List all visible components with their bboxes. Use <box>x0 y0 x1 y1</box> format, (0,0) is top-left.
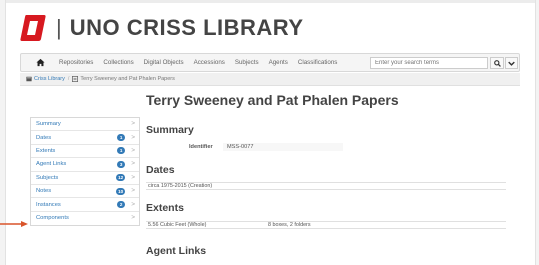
sidebar-item-agent-links[interactable]: Agent Links 3 > <box>31 158 139 172</box>
search-input[interactable] <box>370 57 488 69</box>
breadcrumb-separator: / <box>67 76 70 82</box>
sidebar-item-label: Summary <box>36 121 61 128</box>
chevron-right-icon: > <box>131 160 135 168</box>
main-navbar: Repositories Collections Digital Objects… <box>20 53 520 72</box>
sidebar-item-label: Subjects <box>36 174 59 181</box>
breadcrumb-item-current: Terry Sweeney and Pat Phalen Papers <box>80 76 175 82</box>
breadcrumb-item-criss-library[interactable]: Criss Library <box>34 76 65 82</box>
library-icon <box>26 76 32 82</box>
sidebar-item-extents[interactable]: Extents 1 > <box>31 145 139 159</box>
agent-links-heading: Agent Links <box>146 245 207 257</box>
nav-digital-objects[interactable]: Digital Objects <box>144 59 184 66</box>
chevron-right-icon: > <box>131 187 135 195</box>
identifier-label: Identifier <box>189 144 213 150</box>
breadcrumb: Criss Library / Terry Sweeney and Pat Ph… <box>20 73 520 86</box>
collection-icon <box>72 76 79 82</box>
sidebar-item-components[interactable]: Components > <box>31 212 139 225</box>
count-badge: 1 <box>117 147 126 155</box>
sidebar-item-instances[interactable]: Instances 2 > <box>31 198 139 212</box>
count-badge: 10 <box>116 187 126 195</box>
window-right-edge <box>535 0 539 265</box>
sidebar-nav: Summary > Dates 1 > Extents 1 > Agent Li… <box>30 117 140 227</box>
date-value: circa 1975-2015 (Creation) <box>148 183 213 189</box>
search-button[interactable] <box>490 57 504 69</box>
page-title: Terry Sweeney and Pat Phalen Papers <box>146 92 399 108</box>
search-icon <box>493 59 501 67</box>
chevron-right-icon: > <box>131 214 135 222</box>
nav-collections[interactable]: Collections <box>103 59 133 66</box>
pointer-arrow-icon <box>0 221 28 227</box>
extent-detail: 8 boxes, 2 folders <box>268 222 311 228</box>
chevron-right-icon: > <box>131 200 135 208</box>
extents-heading: Extents <box>146 202 184 214</box>
summary-heading: Summary <box>146 124 194 136</box>
brand-separator: | <box>56 15 62 40</box>
nav-repositories[interactable]: Repositories <box>59 59 93 66</box>
sidebar-item-label: Components <box>36 215 69 222</box>
chevron-right-icon: > <box>131 173 135 181</box>
chevron-right-icon: > <box>131 146 135 154</box>
sidebar-item-label: Notes <box>36 188 52 195</box>
count-badge: 1 <box>117 134 126 142</box>
sidebar-item-subjects[interactable]: Subjects 12 > <box>31 172 139 185</box>
count-badge: 3 <box>117 160 126 168</box>
sidebar-item-label: Dates <box>36 134 52 141</box>
nav-accessions[interactable]: Accessions <box>194 59 225 66</box>
nav-subjects[interactable]: Subjects <box>235 59 259 66</box>
count-badge: 12 <box>116 174 126 182</box>
uno-logo-icon[interactable] <box>20 13 46 43</box>
sidebar-item-label: Instances <box>36 201 61 208</box>
site-header: | UNO CRISS LIBRARY <box>20 10 304 46</box>
sidebar-item-label: Extents <box>36 147 56 154</box>
sidebar-item-notes[interactable]: Notes 10 > <box>31 185 139 199</box>
chevron-down-icon <box>508 61 515 66</box>
window-top-edge <box>6 0 535 3</box>
identifier-value: MSS-0077 <box>223 143 343 151</box>
dates-heading: Dates <box>146 164 175 176</box>
sidebar-item-summary[interactable]: Summary > <box>31 118 139 132</box>
chevron-right-icon: > <box>131 133 135 141</box>
nav-agents[interactable]: Agents <box>269 59 288 66</box>
count-badge: 2 <box>117 201 126 209</box>
sidebar-item-dates[interactable]: Dates 1 > <box>31 131 139 145</box>
chevron-right-icon: > <box>131 120 135 128</box>
home-icon[interactable] <box>33 56 47 70</box>
sidebar-item-label: Agent Links <box>36 161 67 168</box>
extent-amount: 5.56 Cubic Feet (Whole) <box>148 222 207 228</box>
date-row: circa 1975-2015 (Creation) <box>146 182 506 190</box>
extent-row: 5.56 Cubic Feet (Whole) 8 boxes, 2 folde… <box>146 221 506 229</box>
site-title[interactable]: UNO CRISS LIBRARY <box>70 13 304 43</box>
nav-classifications[interactable]: Classifications <box>298 59 338 66</box>
search-options-button[interactable] <box>505 57 518 69</box>
